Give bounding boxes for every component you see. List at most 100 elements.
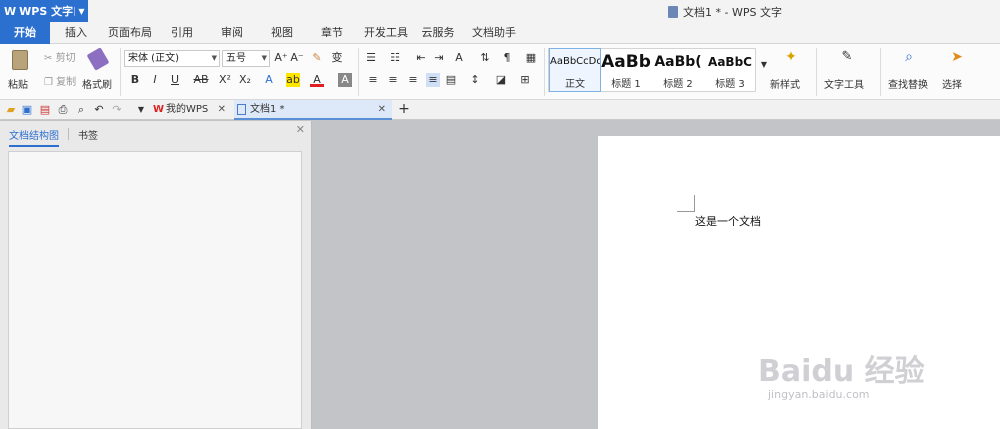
paste-label: 粘贴	[8, 80, 28, 91]
align-justify-icon[interactable]: ≡	[426, 73, 440, 87]
save-icon[interactable]: ▣	[20, 103, 34, 117]
tab-review[interactable]: 审阅	[212, 22, 252, 44]
watermark-brand: Baidu 经验	[758, 354, 925, 389]
tab-label: 我的WPS	[166, 104, 209, 115]
format-painter-button[interactable]: 格式刷	[82, 47, 114, 92]
align-right-icon[interactable]: ≡	[406, 73, 420, 87]
tab-doc-assistant[interactable]: 文档助手	[466, 22, 522, 44]
font-size-select[interactable]: 五号 ▼	[222, 50, 270, 67]
cursor-icon: ➤	[951, 49, 963, 65]
text-case-icon[interactable]: A	[452, 51, 466, 65]
subscript-icon[interactable]: X₂	[238, 73, 252, 87]
border-icon[interactable]: ⊞	[518, 73, 532, 87]
style-sample: AaBbC	[708, 55, 752, 69]
chevron-down-icon[interactable]: ▼	[134, 103, 148, 117]
numbered-list-icon[interactable]: ☷	[388, 51, 402, 65]
open-folder-icon[interactable]: ▰	[4, 103, 18, 117]
table-icon[interactable]: ▦	[524, 51, 538, 65]
sparkle-icon: ✦	[785, 49, 797, 65]
decrease-indent-icon[interactable]: ⇤	[414, 51, 428, 65]
export-pdf-icon[interactable]: ▤	[38, 103, 52, 117]
shading-icon[interactable]: ◪	[494, 73, 508, 87]
show-marks-icon[interactable]: ¶	[500, 51, 514, 65]
tab-my-wps[interactable]: W 我的WPS ✕	[150, 100, 232, 120]
undo-icon[interactable]: ↶	[92, 103, 106, 117]
phonetic-icon[interactable]: 变	[330, 51, 344, 65]
bold-icon[interactable]: B	[128, 73, 142, 87]
copy-button[interactable]: ❐ 复制	[44, 73, 76, 88]
select-button[interactable]: ➤ 选择	[940, 48, 976, 92]
tab-document[interactable]: 文档1 * ✕	[234, 100, 392, 120]
scissors-icon: ✂	[44, 53, 53, 64]
style-normal[interactable]: AaBbCcDd 正文	[549, 48, 601, 92]
window-title: 文档1 * - WPS 文字	[668, 4, 782, 20]
print-icon[interactable]: ⎙	[56, 103, 70, 117]
increase-indent-icon[interactable]: ⇥	[432, 51, 446, 65]
document-tab-bar: ▰ ▣ ▤ ⎙ ⌕ ↶ ↷ ▼ W 我的WPS ✕ 文档1 * ✕ +	[0, 100, 1000, 120]
add-tab-icon[interactable]: +	[397, 102, 411, 116]
divider	[816, 48, 817, 96]
chevron-down-icon[interactable]: ▼	[757, 58, 771, 72]
search-icon: ⌕	[905, 49, 913, 65]
clear-format-icon[interactable]: ✎	[310, 51, 324, 65]
new-style-label: 新样式	[770, 80, 800, 91]
distributed-icon[interactable]: ▤	[444, 73, 458, 87]
title-bar: W WPS 文字 ▼ 文档1 * - WPS 文字	[0, 0, 1000, 22]
navigation-panel: 文档结构图 书签 ✕	[0, 121, 312, 429]
tab-section[interactable]: 章节	[312, 22, 352, 44]
style-heading-2[interactable]: AaBb( 标题 2	[653, 49, 703, 91]
close-icon[interactable]: ✕	[218, 100, 226, 120]
tab-bookmarks[interactable]: 书签	[78, 127, 98, 142]
style-label: 标题 2	[663, 79, 693, 90]
new-style-button[interactable]: ✦ 新样式	[770, 48, 814, 92]
app-menu-button[interactable]: W WPS 文字 ▼	[0, 0, 88, 22]
grow-font-icon[interactable]: A⁺	[274, 51, 288, 65]
document-icon	[237, 104, 246, 115]
print-preview-icon[interactable]: ⌕	[74, 103, 88, 117]
text-tools-label: 文字工具	[824, 80, 864, 91]
ribbon: 粘贴 ✂ 剪切 ❐ 复制 格式刷 宋体 (正文) ▼ 五号 ▼ A⁺ A⁻ ✎ …	[0, 44, 1000, 100]
tab-home[interactable]: 开始	[0, 22, 50, 44]
style-heading-3[interactable]: AaBbC 标题 3	[705, 49, 755, 91]
tab-developer[interactable]: 开发工具	[358, 22, 414, 44]
strikethrough-icon[interactable]: AB	[192, 73, 210, 87]
document-text[interactable]: 这是一个文档	[695, 213, 761, 229]
highlight-icon[interactable]: ab	[286, 73, 300, 87]
chevron-down-icon[interactable]: ▼	[74, 6, 88, 16]
margin-corner-mark	[694, 195, 695, 212]
text-effect-icon[interactable]: A	[262, 73, 276, 87]
sort-icon[interactable]: ⇅	[478, 51, 492, 65]
superscript-icon[interactable]: X²	[218, 73, 232, 87]
tab-insert[interactable]: 插入	[54, 22, 98, 44]
paste-button[interactable]: 粘贴	[4, 48, 38, 92]
wps-window: W WPS 文字 ▼ 文档1 * - WPS 文字 开始 插入 页面布局 引用 …	[0, 0, 1000, 429]
find-replace-button[interactable]: ⌕ 查找替换	[886, 48, 938, 92]
underline-icon[interactable]: U	[168, 73, 182, 87]
tab-page-layout[interactable]: 页面布局	[104, 22, 156, 44]
font-name-select[interactable]: 宋体 (正文) ▼	[124, 50, 220, 67]
italic-icon[interactable]: I	[148, 73, 162, 87]
align-center-icon[interactable]: ≡	[386, 73, 400, 87]
wps-logo-icon: W	[4, 4, 17, 18]
close-icon[interactable]: ✕	[378, 100, 386, 120]
divider	[120, 48, 121, 96]
char-shading-icon[interactable]: A	[338, 73, 352, 87]
cut-button[interactable]: ✂ 剪切	[44, 49, 76, 64]
text-tools-button[interactable]: ✎ 文字工具	[822, 48, 874, 92]
tab-view[interactable]: 视图	[262, 22, 302, 44]
window-title-text: 文档1 * - WPS 文字	[683, 6, 782, 19]
tab-cloud[interactable]: 云服务	[416, 22, 460, 44]
style-label: 正文	[565, 79, 585, 90]
line-spacing-icon[interactable]: ↕	[468, 73, 482, 87]
shrink-font-icon[interactable]: A⁻	[290, 51, 304, 65]
tab-references[interactable]: 引用	[162, 22, 202, 44]
close-icon[interactable]: ✕	[296, 123, 305, 136]
font-color-icon[interactable]: A	[310, 73, 324, 87]
style-heading-1[interactable]: AaBb 标题 1	[601, 49, 651, 91]
bullet-list-icon[interactable]: ☰	[364, 51, 378, 65]
tab-document-outline[interactable]: 文档结构图	[9, 127, 59, 147]
style-sample: AaBb(	[654, 54, 702, 70]
align-left-icon[interactable]: ≡	[366, 73, 380, 87]
redo-icon[interactable]: ↷	[110, 103, 124, 117]
find-replace-label: 查找替换	[888, 80, 928, 91]
